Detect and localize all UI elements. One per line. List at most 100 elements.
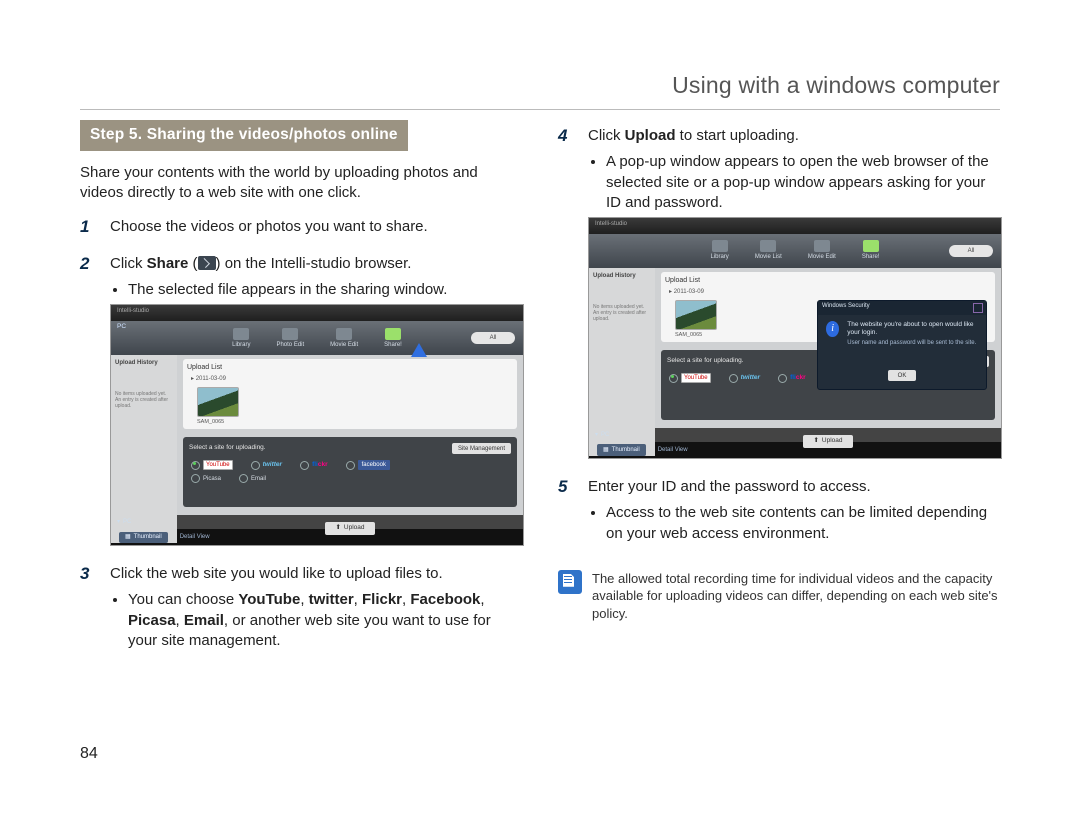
- radio-icon: [191, 461, 200, 470]
- shot-toolbar: Library Movie List Movie Edit Share! All: [589, 234, 1001, 268]
- shot-titlebar: Intelli-studio: [111, 305, 523, 321]
- login-modal: Windows Security i The website you're ab…: [817, 300, 987, 390]
- radio-icon: [300, 461, 309, 470]
- close-icon: [973, 303, 983, 313]
- video-thumbnail: [675, 300, 717, 330]
- shot-sidebar: Upload History No items uploaded yet. An…: [111, 355, 177, 543]
- step-4-bullets: A pop-up window appears to open the web …: [588, 152, 1000, 213]
- step-2-line: Click Share () on the Intelli-studio bro…: [110, 254, 522, 274]
- step-4: 4 Click Upload to start uploading. A pop…: [558, 126, 1000, 459]
- filter-pill: All: [471, 332, 515, 344]
- step-1: 1 Choose the videos or photos you want t…: [80, 217, 522, 243]
- upload-date: ▸ 2011-03-09: [669, 288, 704, 296]
- thumbnail-view-chip: ▦ Thumbnail: [119, 532, 168, 543]
- svc-picasa: Picasa: [191, 474, 221, 483]
- radio-icon: [778, 374, 787, 383]
- step-number: 1: [80, 217, 98, 243]
- upload-date: ▸ 2011-03-09: [191, 375, 226, 383]
- shot-titlebar: Intelli-studio: [589, 218, 1001, 234]
- step-1-text: Choose the videos or photos you want to …: [110, 217, 522, 237]
- library-icon: [233, 328, 249, 340]
- step-5-text: Enter your ID and the password to access…: [588, 477, 1000, 497]
- svc-twitter: twitter: [729, 374, 761, 383]
- svc-facebook: facebook: [346, 460, 390, 470]
- tool-library: Library: [232, 328, 250, 349]
- step-5-bullet: Access to the web site contents can be l…: [606, 503, 1000, 544]
- step-number: 2: [80, 254, 98, 547]
- share-toolbar-icon: [385, 328, 401, 340]
- page-number: 84: [80, 743, 98, 765]
- radio-icon: [251, 461, 260, 470]
- site-select-panel: Select a site for uploading. Site Manage…: [183, 437, 517, 507]
- bold-share: Share: [147, 255, 189, 272]
- step-3-bullets: You can choose YouTube, twitter, Flickr,…: [110, 590, 522, 651]
- svc-email: Email: [239, 474, 266, 483]
- step-5-bullets: Access to the web site contents can be l…: [588, 503, 1000, 544]
- detail-view-button: Detail View: [180, 533, 210, 541]
- step-3-text: Click the web site you would like to upl…: [110, 564, 522, 584]
- step-2: 2 Click Share () on the Intelli-studio b…: [80, 254, 522, 547]
- tool-movie-edit: Movie Edit: [330, 328, 358, 349]
- upload-list-panel: Upload List ▸ 2011-03-09 SAM_0065: [183, 359, 517, 429]
- section-lead: Share your contents with the world by up…: [80, 163, 522, 204]
- screenshot-login-popup: Intelli-studio Library Movie List Movie …: [588, 217, 1002, 459]
- screenshot-share-window: Intelli-studio PC Library Photo Edit Mov…: [110, 304, 524, 546]
- columns: Step 5. Sharing the videos/photos online…: [80, 120, 1000, 655]
- svc-youtube: YouTube: [191, 460, 233, 470]
- note-icon: [558, 570, 582, 594]
- left-column: Step 5. Sharing the videos/photos online…: [80, 120, 522, 655]
- radio-icon: [669, 374, 678, 383]
- header-title: Using with a windows computer: [672, 72, 1000, 98]
- library-icon: [712, 240, 728, 252]
- thumbnail-view-chip: ▦ Thumbnail: [597, 444, 646, 455]
- note-text: The allowed total recording time for ind…: [592, 570, 1000, 623]
- tool-library: Library: [710, 240, 728, 261]
- svc-twitter: twitter: [251, 461, 283, 470]
- tool-share: Share!: [862, 240, 880, 261]
- modal-titlebar: Windows Security: [818, 301, 986, 315]
- cursor-arrow-icon: [411, 343, 427, 357]
- step-3-bullet: You can choose YouTube, twitter, Flickr,…: [128, 590, 522, 651]
- info-icon: i: [826, 321, 839, 337]
- svc-flickr: flickr: [778, 374, 806, 383]
- pc-badge: PC: [117, 323, 126, 332]
- photo-edit-icon: [282, 328, 298, 340]
- tool-movie-edit: Movie Edit: [808, 240, 836, 261]
- radio-icon: [191, 474, 200, 483]
- shot-sidebar: Upload History No items uploaded yet. An…: [589, 268, 655, 456]
- upload-button: ⬆ Upload: [325, 522, 374, 535]
- bold-upload: Upload: [625, 127, 676, 144]
- tool-share: Share!: [384, 328, 402, 349]
- video-thumbnail: [197, 387, 239, 417]
- radio-icon: [346, 461, 355, 470]
- step-2-bullet: The selected file appears in the sharing…: [128, 280, 522, 300]
- detail-view-button: Detail View: [658, 446, 688, 454]
- tool-movie-list: Movie List: [755, 240, 782, 261]
- services-row: YouTube twitter flickr facebook: [189, 460, 511, 470]
- share-toolbar-icon: [863, 240, 879, 252]
- movie-edit-icon: [814, 240, 830, 252]
- shot-body: Upload History No items uploaded yet. An…: [111, 355, 523, 515]
- movie-edit-icon: [336, 328, 352, 340]
- tool-photo-edit: Photo Edit: [276, 328, 304, 349]
- movie-list-icon: [760, 240, 776, 252]
- shot-toolbar: PC Library Photo Edit Movie Edit Share! …: [111, 321, 523, 355]
- step-5: 5 Enter your ID and the password to acce…: [558, 477, 1000, 548]
- step-4-line: Click Upload to start uploading.: [588, 126, 1000, 146]
- step-number: 5: [558, 477, 576, 548]
- manual-page: Using with a windows computer Step 5. Sh…: [0, 0, 1080, 825]
- shot-main: Upload List ▸ 2011-03-09 SAM_0065: [177, 355, 523, 543]
- share-icon: [198, 256, 216, 270]
- step-3: 3 Click the web site you would like to u…: [80, 564, 522, 655]
- radio-icon: [239, 474, 248, 483]
- site-management-button: Site Management: [452, 443, 511, 454]
- radio-icon: [729, 374, 738, 383]
- step-number: 4: [558, 126, 576, 459]
- section-step-header: Step 5. Sharing the videos/photos online: [80, 120, 408, 151]
- step-number: 3: [80, 564, 98, 655]
- right-column: 4 Click Upload to start uploading. A pop…: [558, 120, 1000, 655]
- modal-ok-button: OK: [888, 370, 917, 381]
- step-4-bullet: A pop-up window appears to open the web …: [606, 152, 1000, 213]
- svc-flickr: flickr: [300, 461, 328, 470]
- note-box: The allowed total recording time for ind…: [558, 570, 1000, 623]
